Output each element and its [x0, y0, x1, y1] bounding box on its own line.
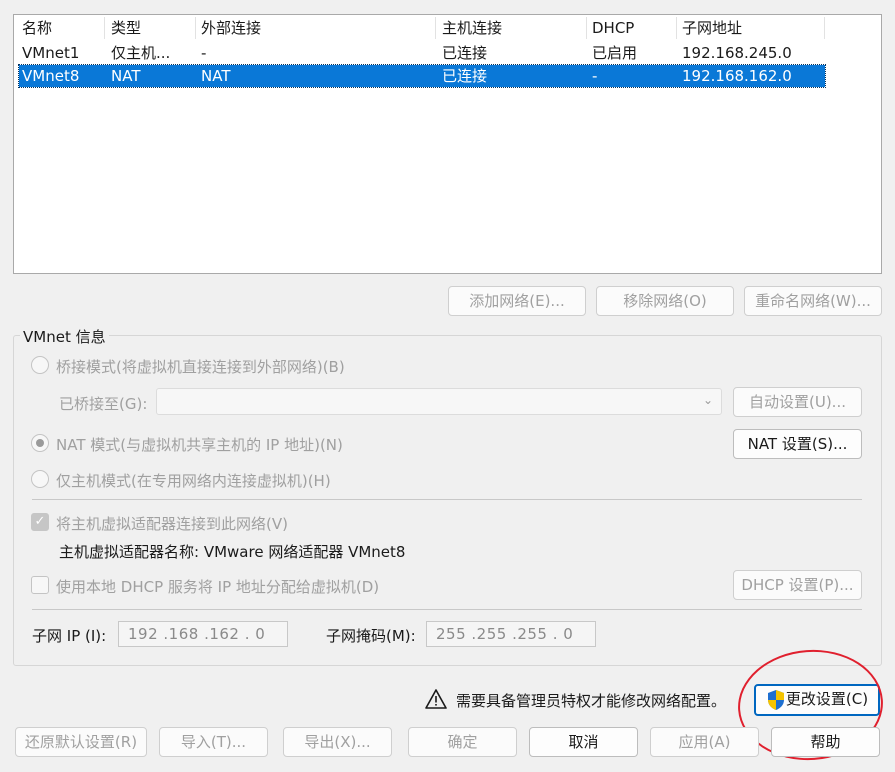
connect-adapter-label: 将主机虚拟适配器连接到此网络(V) — [56, 515, 288, 533]
use-dhcp-checkbox[interactable] — [31, 576, 49, 594]
column-header-subnet[interactable]: 子网地址 — [676, 17, 824, 39]
divider — [32, 499, 862, 500]
restore-defaults-button[interactable]: 还原默认设置(R) — [15, 727, 147, 757]
host-only-mode-radio[interactable] — [31, 470, 49, 488]
column-header-name[interactable]: 名称 — [16, 17, 104, 39]
cell-name: VMnet1 — [22, 44, 80, 62]
add-network-button[interactable]: 添加网络(E)... — [448, 286, 586, 316]
cell-external: NAT — [201, 67, 231, 85]
bridged-to-select[interactable]: ⌄ — [156, 388, 722, 415]
column-header-external[interactable]: 外部连接 — [195, 17, 435, 39]
cell-dhcp: - — [592, 67, 598, 85]
column-header-host[interactable]: 主机连接 — [436, 17, 586, 39]
adapter-name-text: 主机虚拟适配器名称: VMware 网络适配器 VMnet8 — [59, 543, 406, 561]
host-only-mode-label: 仅主机模式(在专用网络内连接虚拟机)(H) — [56, 472, 331, 490]
subnet-ip-input[interactable]: 192 .168 .162 . 0 — [118, 621, 288, 647]
rename-network-button[interactable]: 重命名网络(W)... — [744, 286, 882, 316]
cancel-button[interactable]: 取消 — [529, 727, 638, 757]
cell-host: 已连接 — [442, 44, 488, 62]
use-dhcp-label: 使用本地 DHCP 服务将 IP 地址分配给虚拟机(D) — [56, 578, 380, 596]
bridge-mode-radio[interactable] — [31, 356, 49, 374]
apply-button[interactable]: 应用(A) — [650, 727, 759, 757]
change-settings-label: 更改设置(C) — [785, 690, 869, 708]
cell-external: - — [201, 44, 207, 62]
virtual-network-list[interactable]: 名称 类型 外部连接 主机连接 DHCP 子网地址 VMnet1 仅主机... … — [13, 14, 882, 274]
admin-warning-text: 需要具备管理员特权才能修改网络配置。 — [456, 692, 727, 710]
cell-name: VMnet8 — [22, 67, 80, 85]
nat-mode-label: NAT 模式(与虚拟机共享主机的 IP 地址)(N) — [56, 436, 343, 454]
chevron-down-icon: ⌄ — [702, 393, 713, 407]
nat-mode-radio[interactable] — [31, 434, 49, 452]
table-row[interactable]: VMnet8 NAT NAT 已连接 - 192.168.162.0 — [18, 64, 826, 88]
help-button[interactable]: 帮助 — [771, 727, 880, 757]
cell-host: 已连接 — [442, 67, 488, 85]
column-header-dhcp[interactable]: DHCP — [586, 17, 676, 39]
table-row[interactable]: VMnet1 仅主机... - 已连接 已启用 192.168.245.0 — [19, 42, 825, 64]
cell-subnet: 192.168.162.0 — [682, 67, 792, 85]
auto-settings-button[interactable]: 自动设置(U)... — [733, 387, 862, 417]
change-settings-button[interactable]: 更改设置(C) — [754, 684, 880, 716]
cell-type: NAT — [111, 67, 141, 85]
dhcp-settings-button[interactable]: DHCP 设置(P)... — [733, 570, 862, 600]
divider — [32, 609, 862, 610]
cell-dhcp: 已启用 — [592, 44, 638, 62]
subnet-ip-label: 子网 IP (I): — [32, 627, 107, 645]
ok-button[interactable]: 确定 — [408, 727, 517, 757]
nat-settings-button[interactable]: NAT 设置(S)... — [733, 429, 862, 459]
cell-type: 仅主机... — [111, 44, 171, 62]
bridged-to-label: 已桥接至(G): — [59, 395, 148, 413]
cell-subnet: 192.168.245.0 — [682, 44, 792, 62]
subnet-mask-input[interactable]: 255 .255 .255 . 0 — [426, 621, 596, 647]
bridge-mode-label: 桥接模式(将虚拟机直接连接到外部网络)(B) — [56, 358, 345, 376]
warning-icon — [425, 689, 447, 709]
remove-network-button[interactable]: 移除网络(O) — [596, 286, 734, 316]
column-header-type[interactable]: 类型 — [105, 17, 195, 39]
import-button[interactable]: 导入(T)... — [159, 727, 268, 757]
connect-adapter-checkbox[interactable]: ✓ — [31, 513, 49, 531]
subnet-mask-label: 子网掩码(M): — [326, 627, 416, 645]
vmnet-info-title: VMnet 信息 — [20, 326, 109, 347]
export-button[interactable]: 导出(X)... — [283, 727, 392, 757]
shield-icon — [767, 689, 784, 710]
vmnet-info-group — [13, 335, 882, 666]
